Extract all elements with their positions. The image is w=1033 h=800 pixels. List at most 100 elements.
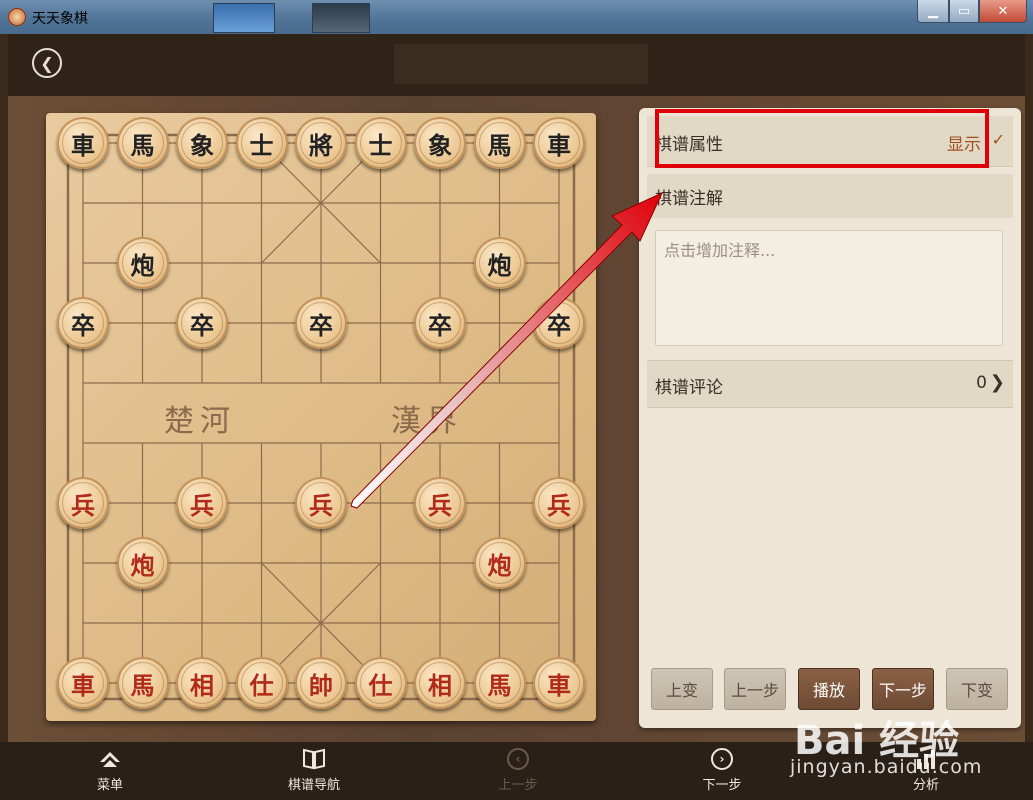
piece-label: 將 [300,122,342,164]
black-piece[interactable]: 卒 [533,297,585,349]
piece-label: 士 [359,122,402,164]
chess-board[interactable]: 楚河 漢界 [46,113,596,721]
comments-row[interactable]: 棋谱评论 0 ❯ [647,360,1013,408]
next-step-button[interactable]: 下一步 [872,668,934,710]
app-logo-icon [8,8,26,26]
piece-label: 卒 [419,302,461,344]
bottom-next-button[interactable]: › 下一步 [677,746,767,796]
bottom-prev-label: 上一步 [498,778,538,793]
black-piece[interactable]: 馬 [473,117,526,169]
piece-label: 卒 [181,302,223,344]
red-piece[interactable]: 馬 [116,657,169,709]
piece-label: 兵 [538,482,580,524]
red-piece[interactable]: 仕 [354,657,407,709]
piece-label: 馬 [121,122,164,164]
black-piece[interactable]: 車 [533,117,585,169]
record-navigation-label: 棋谱导航 [287,778,340,793]
book-icon [301,746,327,772]
bottom-next-icon: › [711,746,733,772]
next-variation-button[interactable]: 下变 [946,668,1008,710]
piece-label: 車 [538,662,580,704]
black-piece[interactable]: 象 [414,117,466,169]
piece-label: 馬 [478,662,521,704]
black-piece[interactable]: 炮 [473,237,526,289]
red-piece[interactable]: 馬 [473,657,526,709]
black-piece[interactable]: 炮 [116,237,169,289]
record-title-area [394,44,648,84]
piece-label: 炮 [121,242,164,284]
red-piece[interactable]: 兵 [57,477,109,529]
piece-label: 炮 [478,542,521,584]
window-controls: ▁ ▭ ✕ [917,0,1027,24]
bottom-next-label: 下一步 [702,778,742,793]
red-piece[interactable]: 帥 [295,657,347,709]
menu-icon-graphic [100,752,120,767]
chevron-down-icon[interactable]: ✓ [992,130,1005,149]
red-piece[interactable]: 兵 [176,477,228,529]
back-chevron-icon: ❮ [40,53,54,73]
taskbar-thumbnail-1[interactable] [213,3,275,33]
black-piece[interactable]: 象 [176,117,228,169]
piece-label: 馬 [478,122,521,164]
piece-label: 車 [62,122,104,164]
record-side-panel: 棋谱属性 显示 ✓ 棋谱注解 棋谱评论 0 ❯ 上变 上一步 播放 下一步 下变 [639,108,1021,728]
bottom-prev-icon: ‹ [507,746,529,772]
red-piece[interactable]: 相 [176,657,228,709]
bottom-prev-button[interactable]: ‹ 上一步 [473,746,563,796]
circle-right-icon: › [711,748,733,770]
red-piece[interactable]: 仕 [235,657,288,709]
piece-label: 馬 [121,662,164,704]
prev-variation-button[interactable]: 上变 [651,668,713,710]
minimize-button[interactable]: ▁ [917,0,949,23]
red-piece[interactable]: 相 [414,657,466,709]
app-title: 天天象棋 [32,11,88,27]
black-piece[interactable]: 卒 [57,297,109,349]
title-bar: 天天象棋 ▁ ▭ ✕ [0,0,1033,34]
close-icon: ✕ [997,3,1009,19]
red-piece[interactable]: 炮 [473,537,526,589]
comments-count: 0 [976,373,987,393]
black-piece[interactable]: 卒 [414,297,466,349]
piece-label: 仕 [359,662,402,704]
red-piece[interactable]: 兵 [533,477,585,529]
book-icon-graphic [303,748,325,770]
maximize-button[interactable]: ▭ [949,0,979,23]
app-window: 天天象棋 ▁ ▭ ✕ ❮ 楚河 漢界 車 馬 象 士 將 士 象 馬 車 炮 炮… [0,0,1033,800]
red-piece[interactable]: 車 [57,657,109,709]
prev-step-button[interactable]: 上一步 [724,668,786,710]
menu-button[interactable]: 菜单 [65,746,155,796]
circle-left-icon: ‹ [507,748,529,770]
piece-label: 卒 [538,302,580,344]
red-piece[interactable]: 炮 [116,537,169,589]
piece-label: 炮 [478,242,521,284]
black-piece[interactable]: 馬 [116,117,169,169]
play-button[interactable]: 播放 [798,668,860,710]
piece-label: 象 [419,122,461,164]
menu-icon [97,746,123,772]
highlight-box [655,109,989,168]
header-bar: ❮ [8,34,1025,96]
piece-label: 兵 [419,482,461,524]
black-piece[interactable]: 士 [354,117,407,169]
close-button[interactable]: ✕ [979,0,1027,23]
black-piece[interactable]: 卒 [176,297,228,349]
piece-label: 車 [62,662,104,704]
black-piece[interactable]: 卒 [295,297,347,349]
back-button[interactable]: ❮ [32,48,62,78]
red-piece[interactable]: 兵 [414,477,466,529]
annotation-header: 棋谱注解 [647,174,1013,218]
black-piece[interactable]: 士 [235,117,288,169]
red-piece[interactable]: 兵 [295,477,347,529]
record-navigation-button[interactable]: 棋谱导航 [269,746,359,796]
piece-label: 兵 [62,482,104,524]
annotation-input[interactable] [655,230,1003,346]
piece-label: 相 [419,662,461,704]
piece-label: 帥 [300,662,342,704]
piece-label: 仕 [240,662,283,704]
river-label-right: 漢界 [391,404,463,439]
black-piece[interactable]: 將 [295,117,347,169]
taskbar-thumbnail-2[interactable] [312,3,370,33]
black-piece[interactable]: 車 [57,117,109,169]
piece-label: 兵 [300,482,342,524]
red-piece[interactable]: 車 [533,657,585,709]
